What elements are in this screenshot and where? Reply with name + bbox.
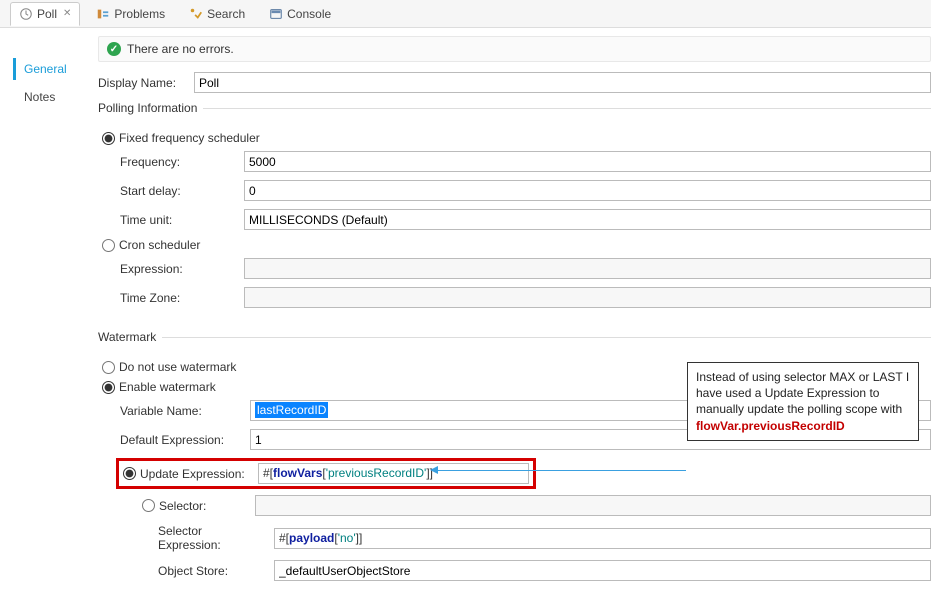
tab-problems-label: Problems [114, 7, 165, 21]
defexpr-label: Default Expression: [120, 433, 250, 447]
objstore-label: Object Store: [158, 564, 274, 578]
tab-poll[interactable]: Poll ✕ [10, 2, 80, 26]
radio-cron-input[interactable] [102, 239, 115, 252]
selexpr-label: Selector Expression: [158, 524, 274, 552]
startdelay-input[interactable] [244, 180, 931, 201]
cron-tz-label: Time Zone: [120, 291, 244, 305]
varname-value: lastRecordID [255, 402, 328, 418]
tab-search[interactable]: Search [181, 3, 253, 25]
radio-no-watermark-input[interactable] [102, 361, 115, 374]
selector-input[interactable] [255, 495, 931, 516]
radio-cron-scheduler[interactable]: Cron scheduler [98, 238, 931, 252]
selexpr-input[interactable]: #[payload['no']] [274, 528, 931, 549]
varname-label: Variable Name: [120, 404, 250, 418]
callout-flowvar: flowVar.previousRecordID [696, 419, 845, 433]
sidenav-general[interactable]: General [13, 58, 86, 80]
side-nav: General Notes [0, 28, 86, 616]
updateexpr-label: Update Expression: [140, 467, 258, 481]
tab-problems[interactable]: Problems [88, 3, 173, 25]
tab-search-label: Search [207, 7, 245, 21]
timeunit-label: Time unit: [120, 213, 244, 227]
display-name-row: Display Name: [98, 72, 931, 93]
status-bar: ✓ There are no errors. [98, 36, 931, 62]
content-area: General Notes ✓ There are no errors. Dis… [0, 28, 931, 616]
selector-label: Selector: [159, 499, 255, 513]
cron-expr-label: Expression: [120, 262, 244, 276]
tab-console-label: Console [287, 7, 331, 21]
polling-legend: Polling Information [98, 101, 203, 115]
radio-cron-label: Cron scheduler [119, 238, 200, 252]
freq-label: Frequency: [120, 155, 244, 169]
cron-expr-input[interactable] [244, 258, 931, 279]
tab-poll-label: Poll [37, 7, 57, 21]
radio-enable-watermark-label: Enable watermark [119, 380, 216, 394]
callout-arrow-line [434, 470, 686, 471]
callout-text: Instead of using selector MAX or LAST I … [696, 370, 909, 416]
cron-tz-input[interactable] [244, 287, 931, 308]
close-icon[interactable]: ✕ [63, 8, 71, 19]
radio-selector[interactable] [142, 499, 155, 512]
watermark-legend: Watermark [98, 330, 162, 344]
updateexpr-input[interactable]: #[flowVars['previousRecordID']] [258, 463, 529, 484]
radio-fixed-scheduler[interactable]: Fixed frequency scheduler [98, 131, 931, 145]
tab-console[interactable]: Console [261, 3, 339, 25]
freq-input[interactable] [244, 151, 931, 172]
startdelay-label: Start delay: [120, 184, 244, 198]
radio-no-watermark-label: Do not use watermark [119, 360, 236, 374]
main-panel: ✓ There are no errors. Display Name: Pol… [86, 28, 931, 616]
update-expression-highlight: Update Expression: #[flowVars['previousR… [116, 458, 536, 489]
arrow-left-icon [430, 466, 438, 474]
display-name-input[interactable] [194, 72, 931, 93]
radio-update-expr[interactable] [123, 467, 136, 480]
ok-icon: ✓ [107, 42, 121, 56]
radio-enable-watermark-input[interactable] [102, 381, 115, 394]
timeunit-input[interactable] [244, 209, 931, 230]
annotation-callout: Instead of using selector MAX or LAST I … [687, 362, 919, 441]
display-name-label: Display Name: [98, 76, 194, 90]
problems-icon [96, 7, 110, 21]
radio-fixed-input[interactable] [102, 132, 115, 145]
status-message: There are no errors. [127, 42, 234, 56]
tab-bar: Poll ✕ Problems Search Console [0, 0, 931, 28]
polling-fieldset: Polling Information Fixed frequency sche… [98, 101, 931, 322]
console-icon [269, 7, 283, 21]
sidenav-notes[interactable]: Notes [16, 86, 86, 108]
objstore-input[interactable] [274, 560, 931, 581]
clock-icon [19, 7, 33, 21]
search-icon [189, 7, 203, 21]
radio-fixed-label: Fixed frequency scheduler [119, 131, 260, 145]
